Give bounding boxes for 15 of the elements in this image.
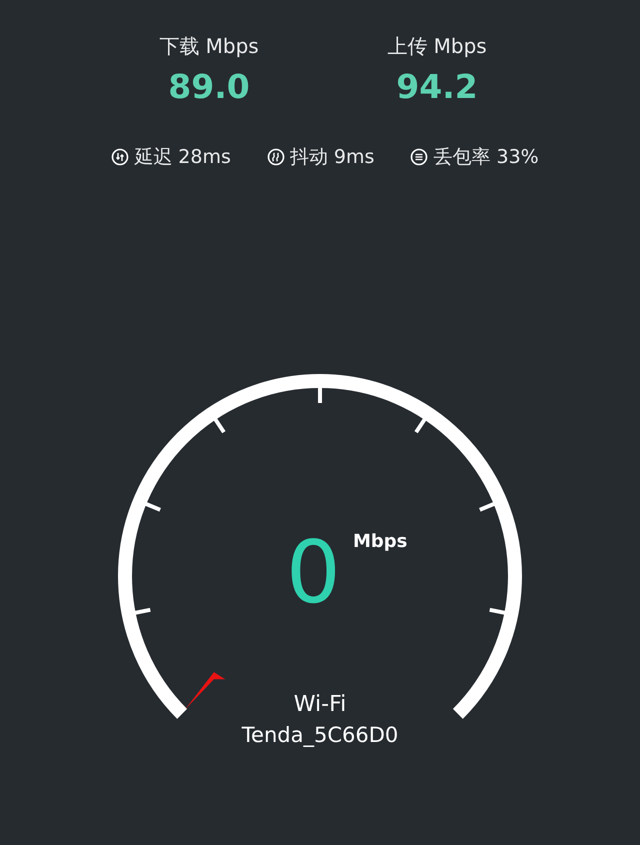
stat-text: 丢包率 33% (433, 145, 539, 170)
unit-label: Mbps (353, 531, 408, 553)
speed-value: 94.2 (396, 66, 478, 108)
wave-icon (266, 148, 285, 166)
network-name: Tenda_5C66D0 (240, 722, 400, 749)
stat-text: 延迟 28ms (134, 145, 231, 170)
gauge-needle (184, 672, 226, 710)
speed-reading: 0 (286, 528, 341, 618)
list-icon (410, 148, 428, 166)
stat-text: 抖动 9ms (290, 145, 374, 170)
speed-value: 89.0 (168, 66, 250, 108)
speed-label: 上传 Mbps (387, 33, 487, 60)
network-type: Wi-Fi (292, 691, 348, 719)
latency-icon (111, 148, 130, 166)
speed-label: 下载 Mbps (159, 33, 259, 60)
